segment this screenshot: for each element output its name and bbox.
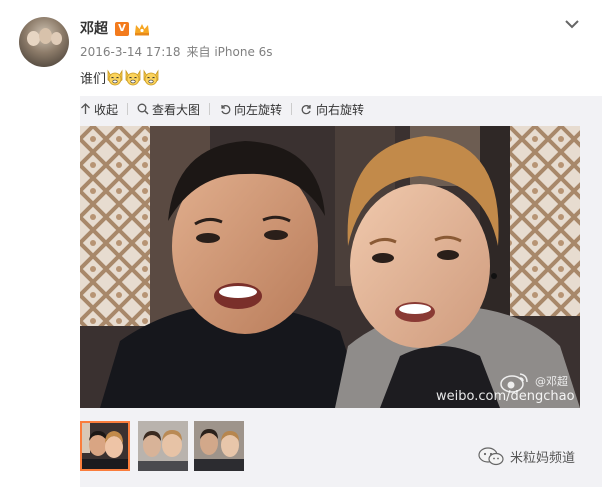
user-name[interactable]: 邓超 (80, 21, 108, 37)
avatar-face (27, 31, 40, 46)
channel-watermark: 米粒妈频道 (478, 446, 575, 466)
media-toolbar: 收起 查看大图 向左旋转 向右旋转 (80, 98, 373, 120)
rotate-left-icon (221, 104, 231, 115)
post-text-content: 谁们 (80, 71, 107, 87)
collapse-label: 收起 (94, 102, 119, 117)
rotate-right-button[interactable]: 向右旋转 (301, 101, 364, 118)
post-time[interactable]: 2016-3-14 17:18 (80, 45, 181, 59)
avatar-face (51, 32, 62, 45)
thumbnail-image (138, 421, 188, 471)
channel-name: 米粒妈频道 (510, 450, 576, 466)
doge-emoji-icon (125, 69, 141, 86)
verified-badge-icon: V (115, 22, 129, 36)
watermark-url: weibo.com/dengchao (436, 389, 575, 404)
toolbar-divider (291, 103, 293, 115)
rotate-left-label: 向左旋转 (234, 102, 283, 117)
thumbnail-image (194, 421, 244, 471)
doge-emoji-icon (107, 69, 123, 86)
post-source: 来自 iPhone 6s (186, 45, 273, 59)
toolbar-divider (127, 103, 129, 115)
post-meta: 2016-3-14 17:18 来自 iPhone 6s (80, 45, 279, 59)
photo-image (80, 126, 580, 408)
magnifier-icon (137, 103, 149, 115)
watermark-handle: @邓超 (535, 375, 568, 388)
view-large-label: 查看大图 (152, 102, 201, 117)
view-large-button[interactable]: 查看大图 (137, 101, 200, 118)
thumbnail-image (82, 423, 128, 469)
rotate-left-button[interactable]: 向左旋转 (219, 101, 282, 118)
rotate-right-icon (301, 104, 311, 115)
thumbnail-1[interactable] (80, 421, 130, 471)
user-avatar[interactable] (19, 17, 69, 67)
chevron-down-icon[interactable] (563, 17, 581, 31)
wechat-channel-icon (478, 447, 504, 466)
collapse-button[interactable]: 收起 (80, 101, 118, 118)
selfie-photo[interactable]: @邓超 weibo.com/dengchao (80, 126, 580, 408)
rotate-right-label: 向右旋转 (316, 102, 365, 117)
thumbnail-2[interactable] (138, 421, 188, 471)
doge-emoji-icon (143, 69, 159, 86)
thumbnail-3[interactable] (194, 421, 244, 471)
weibo-post-card: 邓超 V 2016-3-14 17:18 来自 iPhone 6s 谁们 收起 … (0, 0, 602, 487)
post-text: 谁们 (80, 67, 160, 87)
arrow-up-icon (81, 103, 90, 114)
member-crown-icon[interactable] (134, 22, 150, 36)
toolbar-divider (209, 103, 211, 115)
avatar-face (39, 28, 52, 44)
